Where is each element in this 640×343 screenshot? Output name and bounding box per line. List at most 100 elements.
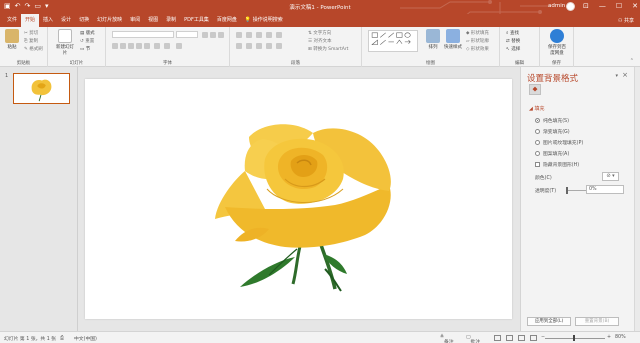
clear-format-icon[interactable] <box>218 32 224 38</box>
tab-review[interactable]: 审阅 <box>126 14 144 27</box>
normal-view-icon[interactable] <box>494 335 501 341</box>
increase-indent-icon[interactable] <box>266 32 272 38</box>
paste-button[interactable]: 粘贴 <box>1 29 23 50</box>
shape-outline-button[interactable]: ▱ 形状轮廓 <box>466 38 489 44</box>
bullets-icon[interactable] <box>236 32 242 38</box>
replace-button[interactable]: ⇄ 替换 <box>506 38 520 44</box>
shadow-icon[interactable] <box>136 43 142 49</box>
tab-slideshow[interactable]: 幻灯片放映 <box>93 14 126 27</box>
reset-background-button[interactable]: 重置背景(B) <box>575 317 619 326</box>
new-slide-button[interactable]: 新建幻灯片 <box>54 29 76 56</box>
shape-effect-button[interactable]: ◇ 形状效果 <box>466 46 489 52</box>
justify-icon[interactable] <box>266 43 272 49</box>
maximize-icon[interactable]: ☐ <box>616 1 622 11</box>
close-icon[interactable]: × <box>622 71 628 79</box>
italic-icon[interactable] <box>120 43 126 49</box>
numbering-icon[interactable] <box>246 32 252 38</box>
color-picker-button[interactable]: ⊘ ▾ <box>602 172 619 181</box>
solid-fill-radio[interactable]: 纯色填充(S) <box>535 117 569 124</box>
transparency-input[interactable]: 0% <box>586 185 624 194</box>
tab-view[interactable]: 视图 <box>144 14 162 27</box>
close-icon[interactable]: ✕ <box>632 1 638 11</box>
tell-me-search[interactable]: 💡 操作说明搜索 <box>241 14 287 27</box>
rose-thumbnail-image <box>31 79 52 102</box>
arrange-button[interactable]: 排列 <box>422 29 444 50</box>
text-direction-button[interactable]: ⇅ 文字方向 <box>308 30 331 36</box>
shapes-gallery[interactable] <box>368 30 418 52</box>
font-label: 字体 <box>163 61 172 66</box>
quick-styles-button[interactable]: 快速样式 <box>442 29 464 50</box>
apply-to-all-button[interactable]: 应用到全部(L) <box>527 317 571 326</box>
ribbon-display-icon[interactable]: ⊡ <box>583 1 589 11</box>
increase-font-icon[interactable] <box>202 32 208 38</box>
slideshow-view-icon[interactable] <box>530 335 537 341</box>
underline-icon[interactable] <box>128 43 134 49</box>
tab-baidu-netdisk[interactable]: 百度网盘 <box>213 14 241 27</box>
decrease-font-icon[interactable] <box>210 32 216 38</box>
zoom-level[interactable]: 80% <box>615 335 626 340</box>
font-color-icon[interactable] <box>176 43 182 49</box>
share-button[interactable]: ⚇ 共享 <box>618 17 634 24</box>
slide-sorter-icon[interactable] <box>506 335 513 341</box>
font-name-input[interactable] <box>112 31 174 38</box>
reset-button[interactable]: ↺ 重置 <box>80 38 94 44</box>
align-left-icon[interactable] <box>236 43 242 49</box>
language-indicator[interactable]: 中文(中国) <box>74 335 97 342</box>
hide-background-checkbox[interactable]: 隐藏背景图形(H) <box>535 161 579 168</box>
notes-button[interactable]: ≜ 备注 <box>440 335 454 343</box>
yellow-rose-image[interactable] <box>85 79 512 319</box>
current-slide[interactable] <box>85 79 512 319</box>
columns-icon[interactable] <box>276 43 282 49</box>
tab-design[interactable]: 设计 <box>57 14 75 27</box>
align-text-button[interactable]: ☰ 对齐文本 <box>308 38 331 44</box>
line-spacing-icon[interactable] <box>276 32 282 38</box>
reading-view-icon[interactable] <box>518 335 525 341</box>
format-painter-button[interactable]: ✎ 格式刷 <box>24 46 43 52</box>
change-case-icon[interactable] <box>164 43 170 49</box>
fill-section-header[interactable]: ◢ 填充 <box>529 105 544 112</box>
smartart-button[interactable]: ⊞ 转换为 SmartArt <box>308 46 348 52</box>
zoom-in-icon[interactable]: + <box>607 335 611 340</box>
align-center-icon[interactable] <box>246 43 252 49</box>
paragraph-group: ⇅ 文字方向 ☰ 对齐文本 ⊞ 转换为 SmartArt 段落 <box>230 27 362 67</box>
layout-button[interactable]: ▤ 版式 <box>80 30 95 36</box>
slide-thumbnail[interactable] <box>13 73 70 104</box>
bold-icon[interactable] <box>112 43 118 49</box>
zoom-slider-handle[interactable] <box>573 335 575 341</box>
tab-pdf-tools[interactable]: PDF工具集 <box>180 14 213 27</box>
minimize-icon[interactable]: — <box>599 1 606 11</box>
spellcheck-icon[interactable]: ⎙ <box>60 335 64 341</box>
fill-tab-icon[interactable] <box>529 84 541 95</box>
strikethrough-icon[interactable] <box>144 43 150 49</box>
format-background-pane: 设置背景格式 ▾ × ◢ 填充 纯色填充(S) 渐变填充(G) 图片或纹理填充(… <box>520 67 634 331</box>
section-button[interactable]: ▭ 节 <box>80 46 90 52</box>
find-button[interactable]: ⌕ 查找 <box>506 30 519 36</box>
pattern-fill-radio[interactable]: 图案填充(A) <box>535 150 569 157</box>
collapse-ribbon-icon[interactable]: ⌃ <box>630 58 634 64</box>
lightbulb-icon: 💡 <box>244 17 252 23</box>
tab-file[interactable]: 文件 <box>3 14 21 27</box>
picture-fill-radio[interactable]: 图片或纹理填充(P) <box>535 139 583 146</box>
vertical-scrollbar[interactable] <box>634 67 640 331</box>
decrease-indent-icon[interactable] <box>256 32 262 38</box>
save-baidu-button[interactable]: 保存到百度网盘 <box>546 29 568 56</box>
zoom-slider[interactable] <box>545 338 605 339</box>
font-size-input[interactable] <box>176 31 198 38</box>
tab-transitions[interactable]: 切换 <box>75 14 93 27</box>
transparency-slider-handle[interactable] <box>566 187 568 194</box>
select-button[interactable]: ↖ 选择 <box>506 46 520 52</box>
align-right-icon[interactable] <box>256 43 262 49</box>
tab-home[interactable]: 开始 <box>21 14 40 27</box>
shape-fill-button[interactable]: ◆ 形状填充 <box>466 30 489 36</box>
comments-button[interactable]: ▢ 批注 <box>466 335 480 343</box>
cut-button[interactable]: ✂ 剪切 <box>24 30 38 36</box>
copy-button[interactable]: ⎘ 复制 <box>24 38 38 44</box>
pane-options-icon[interactable]: ▾ <box>615 73 618 79</box>
user-name[interactable]: admin <box>548 3 565 9</box>
tab-record[interactable]: 录制 <box>162 14 180 27</box>
gradient-fill-radio[interactable]: 渐变填充(G) <box>535 128 570 135</box>
avatar[interactable] <box>566 2 575 11</box>
tab-insert[interactable]: 插入 <box>39 14 57 27</box>
char-spacing-icon[interactable] <box>154 43 160 49</box>
slide-counter: 幻灯片 第 1 张，共 1 张 <box>4 337 57 342</box>
